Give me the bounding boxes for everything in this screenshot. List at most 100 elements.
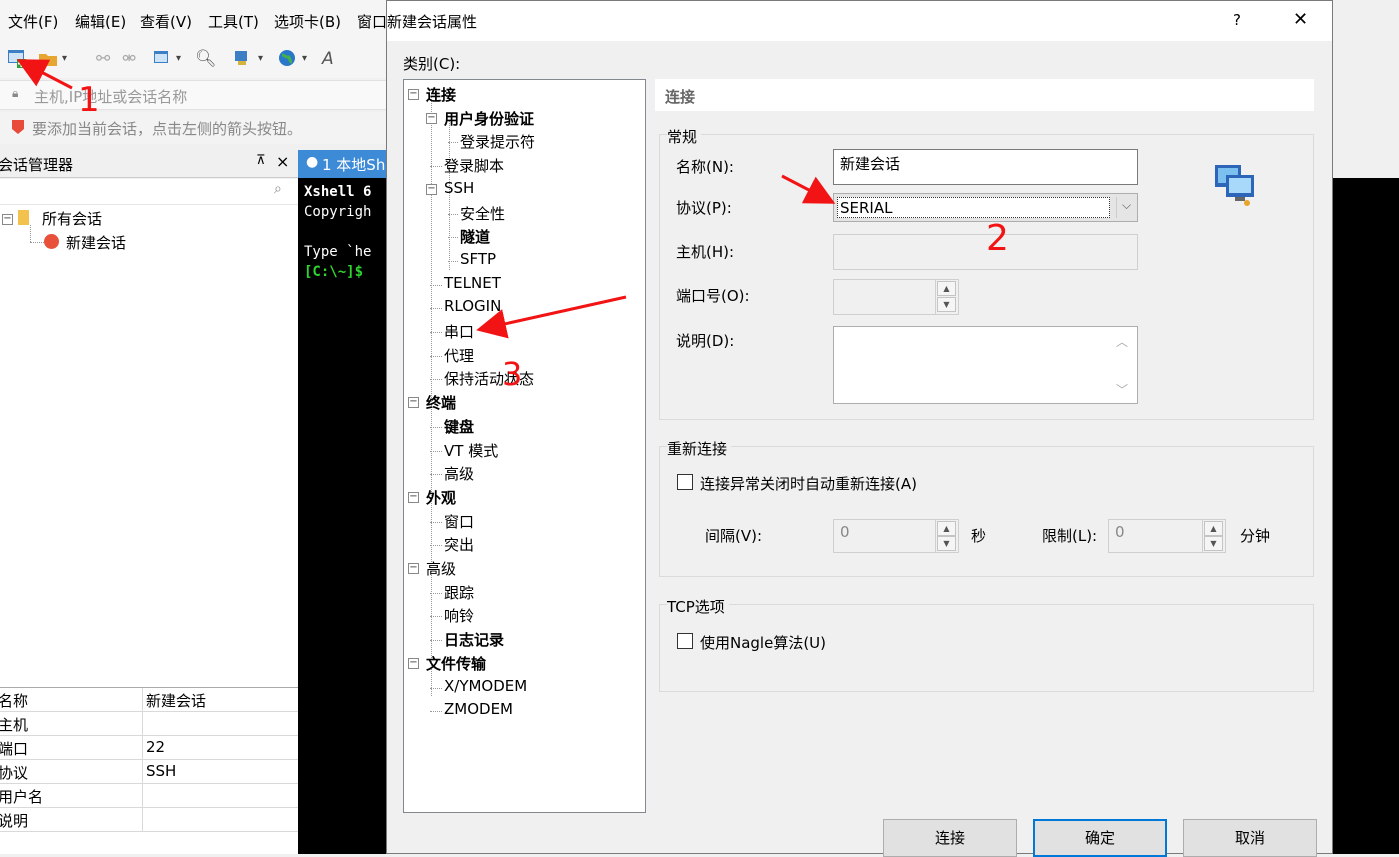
menu-file[interactable]: 文件(F) xyxy=(8,11,58,32)
menu-tabs[interactable]: 选项卡(B) xyxy=(274,11,341,32)
collapse-icon[interactable]: − xyxy=(426,183,437,195)
tab-label[interactable]: 1 本地Sh xyxy=(322,154,385,175)
help-button[interactable]: ? xyxy=(1233,11,1241,29)
chevron-down-icon[interactable]: ▾ xyxy=(302,48,307,70)
session-search[interactable]: ⌕ xyxy=(0,179,298,205)
collapse-icon[interactable]: − xyxy=(408,397,419,409)
collapse-icon[interactable]: − xyxy=(408,563,419,574)
new-tab-icon[interactable] xyxy=(152,48,172,70)
category-item[interactable]: 高级 xyxy=(426,558,456,579)
connect-button[interactable]: 连接 xyxy=(883,819,1017,857)
section-header: 连接 xyxy=(655,79,1314,111)
auto-reconnect-label[interactable]: 连接异常关闭时自动重新连接(A) xyxy=(700,473,917,494)
collapse-icon[interactable]: − xyxy=(408,89,419,100)
property-value: 22 xyxy=(146,738,166,756)
tree-session[interactable]: 新建会话 xyxy=(66,232,126,253)
property-key: 主机 xyxy=(0,716,29,734)
spin-down-icon[interactable]: ▼ xyxy=(1204,536,1223,551)
chevron-down-icon[interactable]: ▾ xyxy=(176,48,181,70)
category-item[interactable]: 突出 xyxy=(444,534,474,555)
category-item[interactable]: 代理 xyxy=(444,345,474,366)
connect-icon[interactable]: ⚯ xyxy=(96,48,110,70)
category-item[interactable]: 日志记录 xyxy=(444,629,504,650)
description-field[interactable] xyxy=(833,326,1138,404)
scroll-up-icon[interactable]: ︿ xyxy=(1116,333,1128,350)
spin-down-icon[interactable]: ▼ xyxy=(937,297,956,312)
property-row: 名称 新建会话 xyxy=(0,688,298,712)
transfer-icon[interactable] xyxy=(232,48,252,70)
spin-up-icon[interactable]: ▲ xyxy=(937,521,956,536)
terminal-line: Copyrigh xyxy=(304,204,372,220)
bookmark-arrow-icon[interactable] xyxy=(10,118,26,140)
category-item[interactable]: ZMODEM xyxy=(444,700,513,718)
category-item[interactable]: SSH xyxy=(444,179,474,197)
close-button[interactable]: ✕ xyxy=(1293,9,1308,30)
category-item[interactable]: 外观 xyxy=(426,487,456,508)
category-item[interactable]: 登录脚本 xyxy=(444,155,504,176)
category-item[interactable]: 键盘 xyxy=(444,416,474,437)
nagle-label[interactable]: 使用Nagle算法(U) xyxy=(700,632,826,653)
open-folder-icon[interactable] xyxy=(37,48,59,70)
category-item[interactable]: 安全性 xyxy=(460,203,505,224)
spin-up-icon[interactable]: ▲ xyxy=(1204,521,1223,536)
category-item[interactable]: 登录提示符 xyxy=(460,131,535,152)
collapse-icon[interactable]: − xyxy=(408,491,419,503)
search-icon[interactable]: ⌕ xyxy=(274,181,282,197)
spin-down-icon[interactable]: ▼ xyxy=(937,536,956,551)
category-item[interactable]: 连接 xyxy=(426,84,456,105)
session-tab[interactable]: ● 1 本地Sh xyxy=(298,150,386,178)
category-item[interactable]: 高级 xyxy=(444,463,474,484)
category-item[interactable]: 用户身份验证 xyxy=(444,108,534,129)
category-item[interactable]: 隧道 xyxy=(460,226,490,247)
pin-icon[interactable]: ⊼ xyxy=(256,153,266,168)
globe-icon[interactable] xyxy=(277,48,297,70)
menu-tools[interactable]: 工具(T) xyxy=(208,11,259,32)
reconnect-group xyxy=(659,446,1314,577)
menu-edit[interactable]: 编辑(E) xyxy=(75,11,126,32)
interval-label: 间隔(V): xyxy=(705,527,763,545)
nagle-checkbox[interactable] xyxy=(677,633,693,649)
port-stepper[interactable]: ▲ ▼ xyxy=(935,280,957,314)
new-session-icon[interactable] xyxy=(6,47,28,69)
category-item[interactable]: RLOGIN xyxy=(444,297,501,315)
chevron-down-icon[interactable]: ▾ xyxy=(62,48,67,70)
spin-up-icon[interactable]: ▲ xyxy=(937,281,956,296)
category-item[interactable]: 窗口 xyxy=(444,511,474,532)
chevron-down-icon[interactable]: ▾ xyxy=(258,48,263,70)
limit-stepper[interactable]: ▲ ▼ xyxy=(1202,520,1224,552)
category-item[interactable]: TELNET xyxy=(444,274,501,292)
category-item[interactable]: 跟踪 xyxy=(444,582,474,603)
annotation-number-1: 1 xyxy=(78,80,100,120)
property-key: 名称 xyxy=(0,692,29,710)
menu-view[interactable]: 查看(V) xyxy=(140,11,192,32)
collapse-icon[interactable]: − xyxy=(2,214,13,225)
tree-root[interactable]: 所有会话 xyxy=(42,208,102,229)
category-item[interactable]: SFTP xyxy=(460,250,496,268)
font-icon[interactable]: A xyxy=(322,48,334,70)
category-item[interactable]: X/YMODEM xyxy=(444,677,527,695)
search-icon[interactable]: 🔍︎ xyxy=(195,48,217,70)
interval-unit: 秒 xyxy=(971,527,987,545)
terminal[interactable]: Xshell 6 Copyrigh Type `he [C:\~]$ xyxy=(298,178,386,854)
name-field[interactable]: 新建会话 xyxy=(833,149,1138,185)
address-input[interactable]: 主机,IP地址或会话名称 xyxy=(34,86,187,107)
category-item[interactable]: 终端 xyxy=(426,392,456,413)
address-bar[interactable]: 🔒︎ 主机,IP地址或会话名称 xyxy=(0,80,386,110)
ok-button[interactable]: 确定 xyxy=(1033,819,1167,857)
scroll-down-icon[interactable]: ﹀ xyxy=(1116,381,1128,398)
lock-icon: 🔒︎ xyxy=(12,86,19,100)
window-edge xyxy=(1333,0,1399,178)
chevron-down-icon: ⌵ xyxy=(1122,198,1132,212)
category-item[interactable]: 响铃 xyxy=(444,605,474,626)
cancel-button[interactable]: 取消 xyxy=(1183,819,1317,857)
disconnect-icon[interactable]: ⚮ xyxy=(122,48,136,70)
auto-reconnect-checkbox[interactable] xyxy=(677,474,693,490)
category-item[interactable]: 文件传输 xyxy=(426,653,486,674)
close-icon[interactable]: × xyxy=(276,152,289,171)
collapse-icon[interactable]: − xyxy=(426,112,437,124)
category-item[interactable]: 串口 xyxy=(444,321,474,342)
interval-stepper[interactable]: ▲ ▼ xyxy=(935,520,957,552)
collapse-icon[interactable]: − xyxy=(408,657,419,669)
category-item[interactable]: VT 模式 xyxy=(444,440,498,461)
menu-window[interactable]: 窗口 xyxy=(357,11,387,32)
